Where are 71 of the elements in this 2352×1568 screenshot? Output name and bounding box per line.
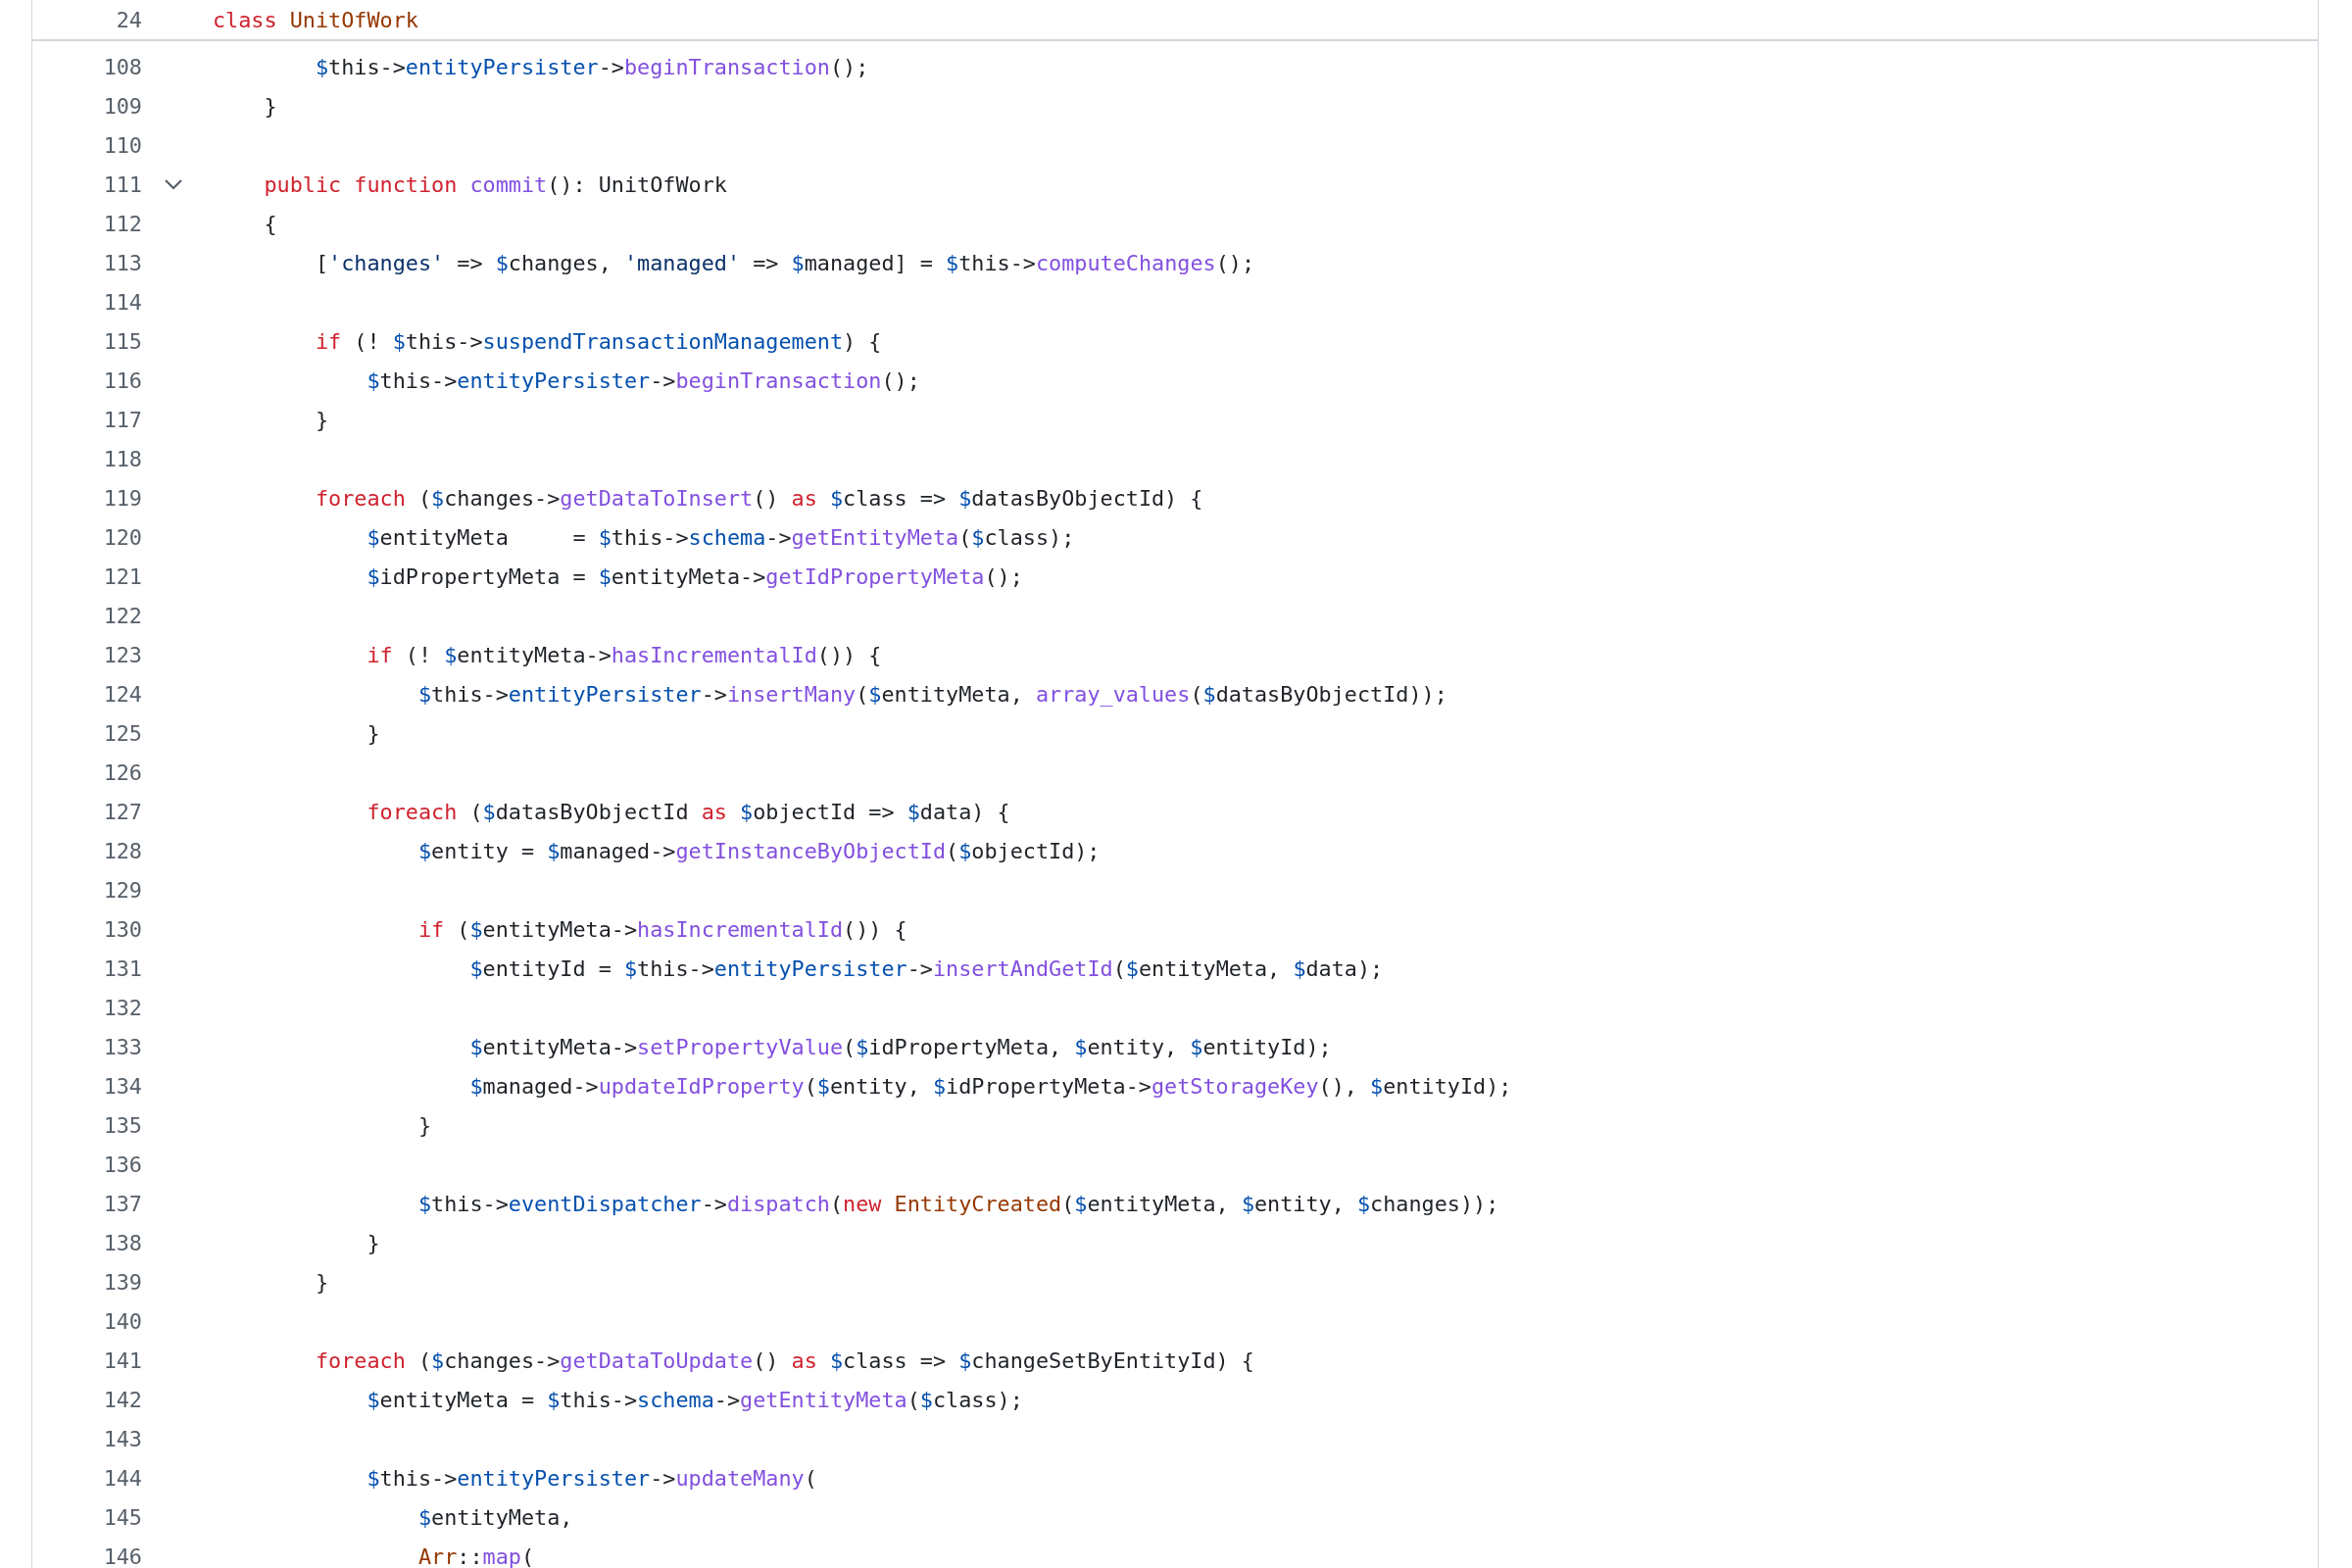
code-line: $this->eventDispatcher->dispatch(new EntityCreated($entityMeta, $entity, $changes));	[417, 1191, 1499, 1216]
line-number: 122	[102, 603, 142, 628]
code-line: $entityMeta = $this->schema->getEntityMeta($class);	[367, 524, 1075, 550]
code-line: }	[315, 407, 329, 432]
code-line: $this->entityPersister->beginTransaction();	[315, 54, 869, 79]
chevron-down-icon[interactable]	[164, 178, 183, 190]
code-line: foreach ($changes->getDataToUpdate() as $class => $changeSetByEntityId) {	[315, 1348, 1254, 1373]
line-number: 144	[102, 1465, 142, 1491]
line-number: 132	[102, 995, 142, 1020]
code-line: Arr::map(	[417, 1544, 535, 1568]
line-number: 137	[102, 1191, 142, 1216]
line-number: 117	[102, 407, 142, 432]
line-number: 129	[102, 877, 142, 903]
code-line: }	[367, 1230, 380, 1255]
line-number: 109	[102, 93, 142, 119]
code-line: $entityMeta = $this->schema->getEntityMeta($class);	[367, 1387, 1023, 1412]
line-number: 143	[102, 1426, 142, 1451]
line-number: 138	[102, 1230, 142, 1255]
line-number: 120	[102, 524, 142, 550]
line-number: 145	[102, 1504, 142, 1530]
line-number: 139	[102, 1269, 142, 1295]
code-line: class UnitOfWork	[213, 7, 418, 32]
line-number: 123	[102, 642, 142, 667]
code-line: $entityMeta,	[417, 1504, 573, 1530]
code-line: $this->entityPersister->updateMany(	[367, 1465, 817, 1491]
code-line: if (! $entityMeta->hasIncrementalId()) {	[367, 642, 882, 667]
line-number: 130	[102, 916, 142, 942]
code-line: $entityMeta->setPropertyValue($idPropertyMeta, $entity, $entityId);	[469, 1034, 1332, 1059]
line-number: 118	[102, 446, 142, 471]
line-number: 115	[102, 328, 142, 354]
line-number: 146	[102, 1544, 142, 1568]
line-number: 110	[102, 132, 142, 158]
code-line: public function commit(): UnitOfWork	[264, 172, 727, 197]
code-line: $entityId = $this->entityPersister->insertAndGetId($entityMeta, $data);	[469, 956, 1384, 981]
code-line: }	[367, 720, 380, 746]
line-number: 135	[102, 1112, 142, 1138]
code-line: if ($entityMeta->hasIncrementalId()) {	[417, 916, 907, 942]
code-line: {	[264, 211, 277, 236]
line-number: 24	[115, 7, 142, 32]
code-line: if (! $this->suspendTransactionManagement) {	[315, 328, 882, 354]
code-line: $this->entityPersister->beginTransaction();	[367, 368, 920, 393]
line-number: 125	[102, 720, 142, 746]
line-number: 126	[102, 760, 142, 785]
line-number: 131	[102, 956, 142, 981]
code-line: $managed->updateIdProperty($entity, $idPropertyMeta->getStorageKey(), $entityId);	[469, 1073, 1512, 1099]
line-number: 142	[102, 1387, 142, 1412]
line-number: 133	[102, 1034, 142, 1059]
code-line: ['changes' => $changes, 'managed' => $managed] = $this->computeChanges();	[315, 250, 1254, 275]
line-number: 124	[102, 681, 142, 707]
line-number: 127	[102, 799, 142, 824]
line-number: 121	[102, 564, 142, 589]
code-line: foreach ($changes->getDataToInsert() as $class => $datasByObjectId) {	[315, 485, 1203, 511]
line-number: 128	[102, 838, 142, 863]
line-number: 119	[102, 485, 142, 511]
code-line: foreach ($datasByObjectId as $objectId => $data) {	[367, 799, 1010, 824]
line-number: 114	[102, 289, 142, 315]
line-number: 136	[102, 1152, 142, 1177]
line-number: 108	[102, 54, 142, 79]
line-number: 112	[102, 211, 142, 236]
line-number: 134	[102, 1073, 142, 1099]
line-number: 116	[102, 368, 142, 393]
code-line: }	[264, 93, 277, 119]
line-number: 113	[102, 250, 142, 275]
code-line: }	[417, 1112, 432, 1138]
line-number: 111	[102, 172, 142, 197]
line-number: 141	[102, 1348, 142, 1373]
code-line: $entity = $managed->getInstanceByObjectId($objectId);	[417, 838, 1101, 863]
code-line: $this->entityPersister->insertMany($entityMeta, array_values($datasByObjectId));	[417, 681, 1447, 707]
line-number: 140	[102, 1308, 142, 1334]
code-line: $idPropertyMeta = $entityMeta->getIdPropertyMeta();	[367, 564, 1023, 589]
code-line: }	[315, 1269, 329, 1295]
